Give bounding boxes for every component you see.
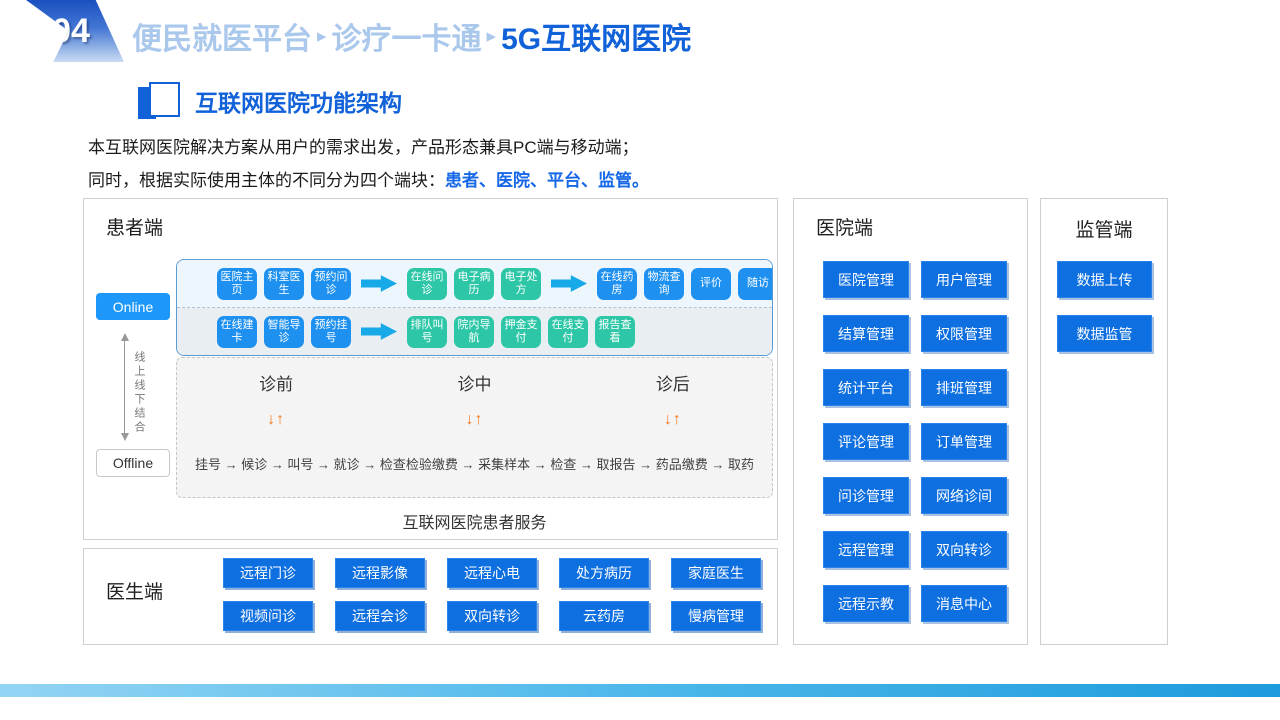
intro-line-1: 本互联网医院解决方案从用户的需求出发，产品形态兼具PC端与移动端；	[88, 131, 649, 164]
hospital-function-button[interactable]: 问诊管理	[823, 477, 909, 514]
hospital-function-button[interactable]: 双向转诊	[921, 531, 1007, 568]
doctor-function-button[interactable]: 云药房	[559, 601, 649, 631]
offline-flow-text: 挂号 → 候诊 → 叫号 → 就诊 → 检查检验缴费 → 采集样本 → 检查 →…	[177, 454, 772, 473]
hospital-function-button[interactable]: 网络诊间	[921, 477, 1007, 514]
stage-column: 诊中 ↓↑	[375, 370, 573, 429]
footer-gradient-band	[0, 684, 1280, 697]
patient-panel: 患者端 Online 线上线下结合 Offline 医院主页科室医生预约问诊在线…	[83, 198, 778, 540]
service-chip[interactable]: 在线问诊	[407, 268, 447, 300]
supervision-function-button[interactable]: 数据监管	[1057, 315, 1152, 352]
flow-row-2: 在线建卡智能导诊预约挂号 排队叫号院内导航押金支付在线支付报告查看	[177, 308, 772, 355]
supervision-function-button[interactable]: 数据上传	[1057, 261, 1152, 298]
service-chip[interactable]: 电子处方	[501, 268, 541, 300]
hospital-function-button[interactable]: 用户管理	[921, 261, 1007, 298]
service-chip[interactable]: 医院主页	[217, 268, 257, 300]
hospital-function-button[interactable]: 权限管理	[921, 315, 1007, 352]
stage-label: 诊中	[375, 370, 573, 395]
doctor-row-1: 远程门诊远程影像远程心电处方病历家庭医生	[223, 558, 761, 588]
doctor-function-button[interactable]: 家庭医生	[671, 558, 761, 588]
service-chip[interactable]: 院内导航	[454, 316, 494, 348]
hospital-function-button[interactable]: 订单管理	[921, 423, 1007, 460]
intro-line-2-highlight: 患者、医院、平台、监管。	[445, 171, 649, 190]
service-chip[interactable]: 排队叫号	[407, 316, 447, 348]
hospital-function-button[interactable]: 统计平台	[823, 369, 909, 406]
stage-row: 诊前↓↑诊中↓↑诊后↓↑	[177, 370, 772, 429]
breadcrumb-item: 5G互联网医院	[501, 14, 691, 58]
service-chip[interactable]: 物流查询	[644, 268, 684, 300]
doctor-function-button[interactable]: 视频问诊	[223, 601, 313, 631]
doctor-row-2: 视频问诊远程会诊双向转诊云药房慢病管理	[223, 601, 761, 631]
updown-connector-arrow	[124, 337, 125, 437]
online-flow-box: 医院主页科室医生预约问诊 在线问诊电子病历电子处方 在线药房物流查询评价随访 在线建…	[176, 259, 773, 356]
service-chip[interactable]: 科室医生	[264, 268, 304, 300]
doctor-function-button[interactable]: 双向转诊	[447, 601, 537, 631]
intro-text: 本互联网医院解决方案从用户的需求出发，产品形态兼具PC端与移动端； 同时，根据实…	[88, 131, 649, 197]
slide-number: 04	[52, 12, 90, 51]
doctor-function-button[interactable]: 慢病管理	[671, 601, 761, 631]
breadcrumb-item: 诊疗一卡通	[332, 14, 482, 58]
service-chip[interactable]: 在线药房	[597, 268, 637, 300]
service-chip[interactable]: 在线建卡	[217, 316, 257, 348]
service-chip[interactable]: 电子病历	[454, 268, 494, 300]
patient-caption: 互联网医院患者服务	[176, 509, 773, 533]
doctor-function-button[interactable]: 远程门诊	[223, 558, 313, 588]
doctor-panel: 医生端 远程门诊远程影像远程心电处方病历家庭医生 视频问诊远程会诊双向转诊云药房…	[83, 548, 778, 645]
stage-column: 诊前 ↓↑	[177, 370, 375, 429]
mode-link-label: 线上线下结合	[131, 351, 147, 435]
hospital-panel: 医院端 医院管理用户管理结算管理权限管理统计平台排班管理评论管理订单管理问诊管理…	[793, 198, 1028, 645]
intro-line-2: 同时，根据实际使用主体的不同分为四个端块：患者、医院、平台、监管。	[88, 164, 649, 197]
patient-panel-title: 患者端	[106, 213, 163, 240]
doctor-function-button[interactable]: 远程心电	[447, 558, 537, 588]
service-chip[interactable]: 智能导诊	[264, 316, 304, 348]
service-chip[interactable]: 押金支付	[501, 316, 541, 348]
section-title: 互联网医院功能架构	[195, 84, 402, 118]
service-chip[interactable]: 预约挂号	[311, 316, 351, 348]
section-header: 互联网医院功能架构	[138, 82, 402, 119]
online-badge[interactable]: Online	[96, 293, 170, 320]
stage-label: 诊前	[177, 370, 375, 395]
hospital-panel-title: 医院端	[816, 213, 873, 240]
doctor-panel-title: 医生端	[106, 577, 163, 604]
hospital-function-button[interactable]: 远程管理	[823, 531, 909, 568]
hospital-function-button[interactable]: 医院管理	[823, 261, 909, 298]
hospital-function-button[interactable]: 结算管理	[823, 315, 909, 352]
stage-column: 诊后 ↓↑	[574, 370, 772, 429]
service-chip[interactable]: 预约问诊	[311, 268, 351, 300]
hospital-function-button[interactable]: 排班管理	[921, 369, 1007, 406]
hospital-function-button[interactable]: 评论管理	[823, 423, 909, 460]
offline-stage-box: 诊前↓↑诊中↓↑诊后↓↑ 挂号 → 候诊 → 叫号 → 就诊 → 检查检验缴费 …	[176, 357, 773, 498]
doctor-function-button[interactable]: 处方病历	[559, 558, 649, 588]
service-chip[interactable]: 报告查看	[595, 316, 635, 348]
hospital-function-button[interactable]: 消息中心	[921, 585, 1007, 622]
service-chip[interactable]: 随访	[738, 268, 773, 300]
flow-arrow-icon	[551, 274, 587, 294]
breadcrumb-item: 便民就医平台	[132, 14, 312, 58]
breadcrumb: 便民就医平台▸诊疗一卡通▸5G互联网医院	[132, 14, 691, 58]
intro-line-2-prefix: 同时，根据实际使用主体的不同分为四个端块：	[88, 171, 445, 190]
flow-arrow-icon	[361, 274, 397, 294]
doctor-function-button[interactable]: 远程影像	[335, 558, 425, 588]
supervision-panel-title: 监管端	[1041, 215, 1167, 242]
supervision-buttons: 数据上传数据监管	[1057, 261, 1152, 352]
flow-arrow-icon	[361, 322, 397, 342]
doctor-function-button[interactable]: 远程会诊	[335, 601, 425, 631]
updown-arrows-icon: ↓↑	[375, 411, 573, 429]
hospital-grid: 医院管理用户管理结算管理权限管理统计平台排班管理评论管理订单管理问诊管理网络诊间…	[823, 261, 1007, 622]
stage-label: 诊后	[574, 370, 772, 395]
square-marker-icon	[138, 82, 180, 119]
flow-row-1: 医院主页科室医生预约问诊 在线问诊电子病历电子处方 在线药房物流查询评价随访	[177, 260, 772, 308]
breadcrumb-separator-icon: ▸	[317, 25, 327, 48]
service-chip[interactable]: 在线支付	[548, 316, 588, 348]
updown-arrows-icon: ↓↑	[574, 411, 772, 429]
slide-number-badge: 04	[6, 0, 124, 62]
breadcrumb-separator-icon: ▸	[487, 25, 497, 48]
service-chip[interactable]: 评价	[691, 268, 731, 300]
supervision-panel: 监管端 数据上传数据监管	[1040, 198, 1168, 645]
hospital-function-button[interactable]: 远程示教	[823, 585, 909, 622]
offline-badge[interactable]: Offline	[96, 449, 170, 477]
updown-arrows-icon: ↓↑	[177, 411, 375, 429]
